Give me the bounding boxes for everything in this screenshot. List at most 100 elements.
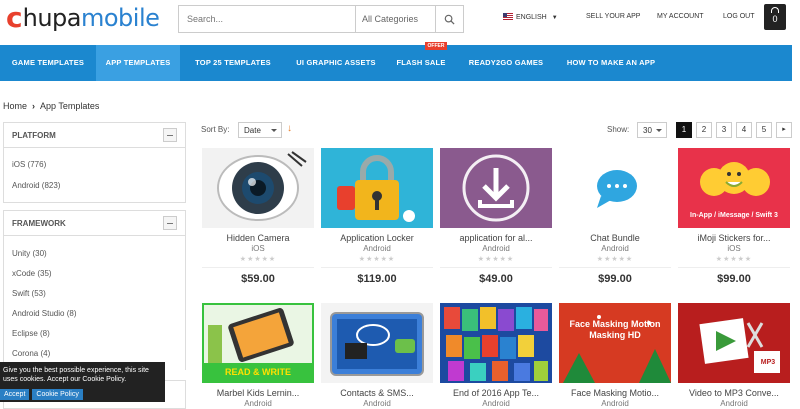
product-platform: iOS [727,244,741,253]
framework-filter-header[interactable]: FRAMEWORK [4,211,185,236]
collapse-icon[interactable] [163,216,177,230]
product-platform: Android [244,399,272,408]
platform-ios[interactable]: iOS (776) [4,160,46,169]
sell-your-app-link[interactable]: SELL YOUR APP [586,13,640,20]
breadcrumb-home[interactable]: Home [3,101,27,111]
product-price: $99.00 [717,273,751,285]
product-thumbnail[interactable] [202,148,314,228]
search-input[interactable] [179,6,355,32]
product-name[interactable]: Face Masking Motio... [559,388,671,398]
us-flag-icon [503,13,513,20]
product-card[interactable]: Face Masking Motion Masking HD Face Mask… [559,303,671,408]
product-platform: iOS [251,244,265,253]
product-card[interactable]: Chat Bundle Android ★★★★★ $99.00 [559,148,671,285]
language-label: ENGLISH [516,14,547,21]
search-icon [444,14,455,25]
product-card[interactable]: Hidden Camera iOS ★★★★★ $59.00 [202,148,314,285]
platform-filter-header[interactable]: PLATFORM [4,123,185,148]
product-thumbnail[interactable]: In-App / iMessage / Swift 3 [678,148,790,228]
product-name[interactable]: Video to MP3 Conve... [678,388,790,398]
product-card[interactable]: In-App / iMessage / Swift 3 iMoji Sticke… [678,148,790,285]
rating-stars-icon: ★★★★★ [440,255,552,268]
language-selector[interactable]: ENGLISH ▼ [503,13,558,21]
framework-unity[interactable]: Unity (30) [4,249,47,258]
platform-android[interactable]: Android (823) [4,181,60,190]
chevron-down-icon [271,129,277,132]
product-thumbnail[interactable]: MP3 [678,303,790,383]
framework-swift[interactable]: Swift (53) [4,289,46,298]
product-name[interactable]: Application Locker [321,233,433,243]
sort-select[interactable]: Date [238,122,282,138]
nav-flash-sale[interactable]: FLASH SALE [386,45,456,81]
product-card[interactable]: READ & WRITE Marbel Kids Lernin... Andro… [202,303,314,408]
show-label: Show: [607,125,630,134]
product-thumbnail[interactable] [321,148,433,228]
platform-filter-title: PLATFORM [12,131,56,140]
product-name[interactable]: application for al... [440,233,552,243]
page-1[interactable]: 1 [676,122,692,138]
product-name[interactable]: iMoji Stickers for... [678,233,790,243]
page-4[interactable]: 4 [736,122,752,138]
search-bar: All Categories [178,5,464,33]
product-price: $49.00 [479,273,513,285]
framework-xcode[interactable]: xCode (35) [4,269,52,278]
product-price: $59.00 [241,273,275,285]
nav-ui-graphic-assets[interactable]: UI GRAPHIC ASSETS [286,45,386,81]
logout-link[interactable]: LOG OUT [723,13,755,20]
sort-direction-icon[interactable]: ↓ [287,123,292,134]
product-name[interactable]: Contacts & SMS... [321,388,433,398]
product-thumbnail[interactable]: READ & WRITE [202,303,314,383]
breadcrumb: Home › App Templates [3,101,99,111]
breadcrumb-separator-icon: › [32,101,36,111]
eye-camera-icon [202,148,314,228]
product-card[interactable]: MP3 Video to MP3 Conve... Android [678,303,790,408]
nav-top-25-templates[interactable]: TOP 25 TEMPLATES [180,45,286,81]
thumb-caption: READ & WRITE [204,363,312,381]
product-card[interactable]: End of 2016 App Te... Android [440,303,552,408]
nav-game-templates[interactable]: GAME TEMPLATES [0,45,96,81]
product-card[interactable]: Application Locker Android ★★★★★ $119.00 [321,148,433,285]
product-thumbnail[interactable] [321,303,433,383]
logo-mark: c [6,1,23,34]
product-name[interactable]: Marbel Kids Lernin... [202,388,314,398]
thumb-caption: Face Masking Motion Masking HD [569,319,661,340]
framework-corona[interactable]: Corona (4) [4,349,50,358]
nav-app-templates[interactable]: APP TEMPLATES [96,45,180,81]
product-card[interactable]: application for al... Android ★★★★★ $49.… [440,148,552,285]
category-select[interactable]: All Categories [355,6,435,32]
sort-by-label: Sort By: [201,125,230,134]
collapse-icon[interactable] [163,128,177,142]
cookie-banner: Give you the best possible experience, t… [0,362,165,402]
chat-bubble-icon [559,148,671,228]
chevron-down-icon: ▼ [551,15,558,21]
show-count-select[interactable]: 30 [637,122,667,138]
app-bundle-collage-icon [440,303,552,383]
cart-button[interactable]: 0 [764,4,786,30]
page-2[interactable]: 2 [696,122,712,138]
nav-how-to-make-an-app[interactable]: HOW TO MAKE AN APP [556,45,666,81]
search-button[interactable] [435,6,463,32]
product-platform: Android [363,244,391,253]
page-5[interactable]: 5 [756,122,772,138]
product-thumbnail[interactable] [559,148,671,228]
rating-stars-icon: ★★★★★ [559,255,671,268]
my-account-link[interactable]: MY ACCOUNT [657,13,704,20]
product-name[interactable]: Hidden Camera [202,233,314,243]
product-name[interactable]: End of 2016 App Te... [440,388,552,398]
cookie-accept-button[interactable]: Accept [0,389,30,400]
chupamobile-logo[interactable]: c hupa mobile [6,1,160,34]
thumb-caption: MP3 [760,359,776,366]
video-to-mp3-icon [678,303,790,383]
framework-eclipse[interactable]: Eclipse (8) [4,329,50,338]
nav-ready2go-games[interactable]: READY2GO GAMES [456,45,556,81]
logo-text-mobile: mobile [80,4,160,32]
cookie-policy-button[interactable]: Cookie Policy [32,389,83,400]
product-thumbnail[interactable]: Face Masking Motion Masking HD [559,303,671,383]
product-name[interactable]: Chat Bundle [559,233,671,243]
product-card[interactable]: Contacts & SMS... Android [321,303,433,408]
next-page-icon[interactable]: ▸ [776,122,792,138]
page-3[interactable]: 3 [716,122,732,138]
product-thumbnail[interactable] [440,303,552,383]
framework-android-studio[interactable]: Android Studio (8) [4,309,76,318]
product-thumbnail[interactable] [440,148,552,228]
